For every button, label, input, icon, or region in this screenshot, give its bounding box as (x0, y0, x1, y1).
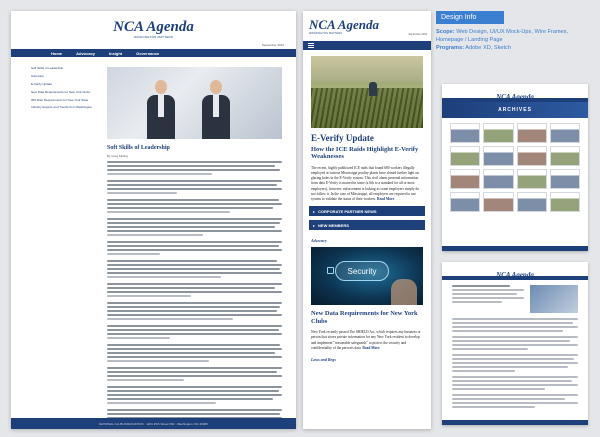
subheadline: How the ICE Raids Highlight E-Verify Wea… (311, 145, 419, 161)
logo-sub: WASHINGTON MATTERS (309, 32, 343, 35)
nav-advocacy[interactable]: Advocacy (76, 51, 95, 56)
lead-text: The recent, highly publicized ICE raids … (311, 165, 420, 202)
nav-home[interactable]: Home (51, 51, 62, 56)
person-figure (147, 80, 175, 139)
design-info-tag: Design Info (436, 11, 504, 24)
article-title: Soft Skills of Leadership (107, 145, 170, 151)
mobile-homepage-mockup: NCA Agenda WASHINGTON MATTERS September … (303, 11, 431, 429)
lead-paragraph: The recent, highly publicized ICE raids … (311, 166, 423, 202)
accordion-label: NEW MEMBERS (318, 222, 349, 228)
scope-label: Scope: (436, 29, 455, 35)
article-thumbnail: NCA Agenda (442, 262, 588, 425)
archive-cover[interactable] (549, 169, 580, 189)
read-more-link[interactable]: Read More (362, 346, 379, 350)
thumb-footer (442, 420, 588, 425)
archive-cover[interactable] (483, 146, 514, 166)
archives-banner: ARCHIVES (442, 102, 588, 118)
article-byline: By Greg Kipling (107, 154, 128, 158)
headline[interactable]: E-Verify Update (311, 133, 423, 144)
issue-date: September 2019 (408, 33, 428, 36)
thumb-header: NCA Agenda (442, 84, 588, 101)
thumb-article-row (442, 280, 588, 318)
logo-mark: NCA Agenda (113, 19, 194, 35)
logo-mark: NCA Agenda (309, 17, 379, 32)
accordion-corporate-partner-news[interactable]: ▸ CORPORATE PARTNER NEWS (309, 206, 425, 217)
mobile-nav-bar (303, 41, 431, 50)
sidebar-item[interactable]: Advocacy (31, 74, 97, 79)
archive-cover[interactable] (450, 169, 481, 189)
hand-figure (391, 279, 417, 306)
read-more-link[interactable]: Read More (377, 197, 394, 201)
archive-cover[interactable] (483, 169, 514, 189)
archive-cover[interactable] (483, 192, 514, 212)
desktop-article-mockup: NCA Agenda WASHINGTON MATTERS September … (11, 11, 296, 429)
archive-cover[interactable] (450, 146, 481, 166)
scope-value: Web Design, UI/UX Mock-Ups, Wire Frames,… (436, 29, 569, 43)
desktop-header: NCA Agenda WASHINGTON MATTERS September … (11, 11, 296, 49)
sidebar-item[interactable]: New Data Requirements for New York Clubs (31, 90, 97, 95)
security-photo: Security (311, 247, 423, 306)
archive-cover[interactable] (450, 123, 481, 143)
programs-value: Adobe XD, Sketch (465, 44, 511, 51)
desktop-nav: Home Advocacy Insight Governance (11, 49, 296, 57)
article-body (107, 161, 282, 429)
archive-grid (442, 118, 588, 217)
archive-cover[interactable] (549, 123, 580, 143)
story-title[interactable]: New Data Requirements for New York Clubs (311, 310, 423, 325)
archive-cover[interactable] (516, 123, 547, 143)
sidebar-item[interactable]: Industry Experts and Trends from Washing… (31, 106, 97, 110)
mobile-header: NCA Agenda WASHINGTON MATTERS September … (303, 11, 431, 41)
archive-cover[interactable] (483, 123, 514, 143)
archive-cover[interactable] (549, 192, 580, 212)
archive-cover[interactable] (516, 192, 547, 212)
issue-date: September 2019 (261, 43, 284, 47)
thumb-photo (530, 285, 578, 313)
desktop-footer: NATIONAL CLUB ASSOCIATION · 1201 15th St… (11, 418, 296, 429)
arrow-right-icon: ▸ (313, 208, 316, 214)
sidebar-item[interactable]: IRS Rule Requirements for New York State (31, 98, 97, 103)
sidebar-item[interactable]: E-Verify Update (31, 82, 97, 87)
accordion-new-members[interactable]: ▸ NEW MEMBERS (309, 220, 425, 231)
archive-cover[interactable] (450, 192, 481, 212)
mobile-logo[interactable]: NCA Agenda WASHINGTON MATTERS (309, 17, 379, 36)
thumb-logo: NCA Agenda (496, 93, 534, 101)
next-section-kicker: Laws and Regs (311, 357, 336, 362)
archives-label: ARCHIVES (498, 107, 532, 113)
thumb-footer (442, 246, 588, 251)
desktop-sidebar: Soft Skills of Leadership Advocacy E-Ver… (31, 66, 97, 114)
programs-label: Programs: (436, 44, 464, 51)
nav-governance[interactable]: Governance (136, 51, 159, 56)
arrow-right-icon: ▸ (313, 222, 316, 228)
logo-sub: WASHINGTON MATTERS (133, 35, 174, 39)
thumb-header: NCA Agenda (442, 262, 588, 279)
section-kicker: Advocacy (311, 238, 327, 244)
thumb-text-col (452, 285, 524, 313)
person-figure (202, 80, 230, 139)
archives-thumbnail: NCA Agenda ARCHIVES (442, 84, 588, 251)
security-label: Security (335, 261, 389, 282)
lock-icon (327, 267, 334, 275)
hero-photo (311, 56, 423, 128)
archive-cover[interactable] (516, 146, 547, 166)
menu-icon[interactable] (308, 42, 314, 49)
sidebar-item[interactable]: Soft Skills of Leadership (31, 66, 97, 71)
footer-text: NATIONAL CLUB ASSOCIATION · 1201 15th St… (99, 421, 208, 426)
archive-cover[interactable] (516, 169, 547, 189)
thumb-logo: NCA Agenda (496, 271, 534, 279)
nav-insight[interactable]: Insight (109, 51, 122, 56)
story-paragraph: New York recently passed The SHIELD Act,… (311, 330, 423, 351)
accordion-label: CORPORATE PARTNER NEWS (318, 208, 377, 214)
archive-cover[interactable] (549, 146, 580, 166)
thumb-body (442, 318, 588, 408)
design-info-text: Scope: Web Design, UI/UX Mock-Ups, Wire … (436, 29, 596, 52)
article-photo (107, 67, 282, 139)
desktop-logo[interactable]: NCA Agenda WASHINGTON MATTERS (11, 19, 296, 39)
